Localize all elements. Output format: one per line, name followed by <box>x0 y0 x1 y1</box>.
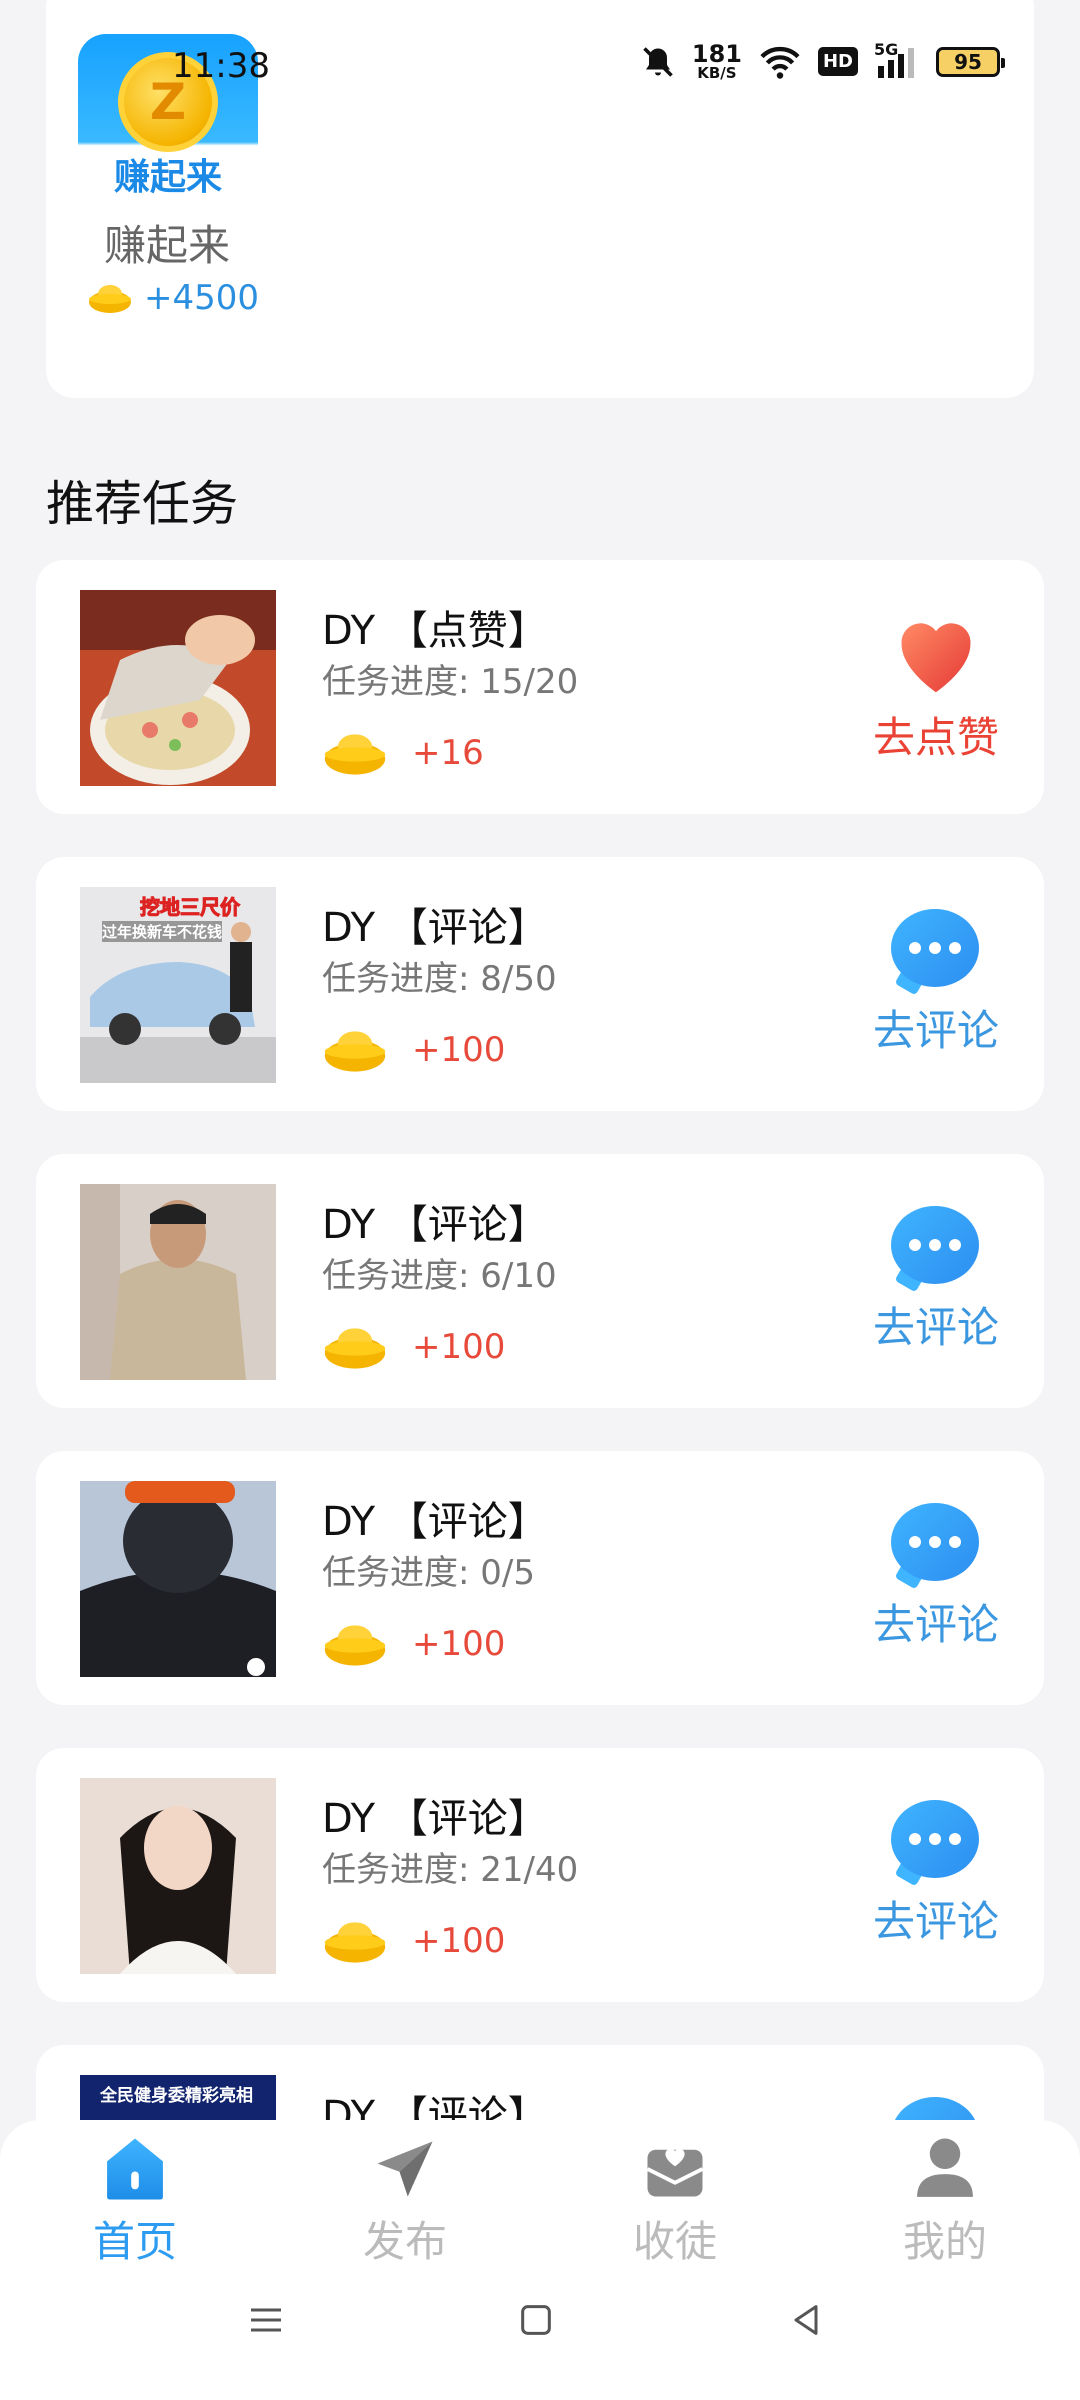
thumbnail-caption: 挖地三尺价 <box>140 895 241 920</box>
app-reward: +4500 <box>88 278 259 318</box>
task-progress: 任务进度: 6/10 <box>322 1256 557 1296</box>
battery-level: 95 <box>954 49 982 74</box>
comment-button[interactable]: 去评论 <box>872 909 1000 1058</box>
person-icon <box>917 2138 973 2197</box>
thumbnail-subcaption: 过年换新车不花钱 <box>102 921 223 942</box>
status-time: 11:38 <box>172 46 270 86</box>
app-icon-text: 赚起来 <box>113 157 222 198</box>
task-thumbnail[interactable] <box>80 1481 276 1677</box>
menu-icon[interactable] <box>246 2300 286 2340</box>
app-name: 赚起来 <box>104 221 231 270</box>
task-reward-value: +100 <box>412 1327 506 1367</box>
task-title: DY 【评论】 <box>322 1499 548 1545</box>
network-speed: 181 KB/S <box>692 42 742 81</box>
task-reward-value: +100 <box>412 1921 506 1961</box>
task-title: DY 【点赞】 <box>322 608 548 654</box>
nav-profile[interactable]: 我的 <box>865 2136 1025 2269</box>
network-speed-value: 181 <box>691 40 742 68</box>
comment-button[interactable]: 去评论 <box>872 1800 1000 1949</box>
gold-ingot-icon <box>324 1328 386 1369</box>
status-bar: 11:38 181 KB/S HD 5G 95 <box>0 0 1080 135</box>
task-card[interactable]: DY 【评论】 任务进度: 0/5 +100 去评论 <box>36 1451 1044 1705</box>
action-label: 去点赞 <box>872 713 999 762</box>
task-reward-value: +100 <box>412 1030 506 1070</box>
bell-muted-icon <box>643 46 673 77</box>
back-icon[interactable] <box>786 2300 826 2340</box>
task-title: DY 【评论】 <box>322 1796 548 1842</box>
task-progress: 任务进度: 8/50 <box>322 959 557 999</box>
task-card[interactable]: DY 【评论】 任务进度: 21/40 +100 去评论 <box>36 1748 1044 2002</box>
send-icon <box>377 2141 433 2197</box>
mailbox-heart-icon <box>646 2148 704 2197</box>
home-icon <box>107 2138 163 2200</box>
gold-ingot-icon <box>324 1625 386 1666</box>
task-progress: 任务进度: 15/20 <box>322 662 579 702</box>
home-square-icon[interactable] <box>516 2300 556 2340</box>
action-label: 去评论 <box>872 1897 999 1946</box>
task-reward-value: +16 <box>412 733 484 773</box>
chat-bubble-icon <box>891 909 981 996</box>
section-title: 推荐任务 <box>46 476 239 532</box>
task-thumbnail[interactable] <box>80 590 276 786</box>
nav-recruit[interactable]: 收徒 <box>595 2136 755 2269</box>
action-label: 去评论 <box>872 1303 999 1352</box>
task-reward: +100 <box>320 1621 505 1667</box>
nav-publish[interactable]: 发布 <box>325 2136 485 2269</box>
woman-portrait-image <box>80 1778 276 1974</box>
task-thumbnail[interactable] <box>80 1778 276 1974</box>
heart-icon <box>901 623 971 693</box>
comment-button[interactable]: 去评论 <box>872 1503 1000 1652</box>
like-button[interactable]: 去点赞 <box>872 612 1000 765</box>
task-reward: +100 <box>320 1027 505 1073</box>
app-reward-value: +4500 <box>144 278 260 318</box>
gold-ingot-icon <box>324 1922 386 1963</box>
gold-ingot-icon <box>89 285 131 313</box>
man-portrait-image <box>80 1184 276 1380</box>
nav-home[interactable]: 首页 <box>55 2136 215 2269</box>
task-thumbnail[interactable] <box>80 1184 276 1380</box>
task-card[interactable]: DY 【评论】 任务进度: 6/10 +100 去评论 <box>36 1154 1044 1408</box>
chat-bubble-icon <box>891 1503 981 1590</box>
task-reward: +100 <box>320 1918 505 1964</box>
task-title: DY 【评论】 <box>322 905 548 951</box>
system-nav-bar <box>0 2260 1080 2400</box>
battery-icon: 95 <box>936 46 1005 77</box>
noodle-cup-image <box>80 590 276 786</box>
task-progress: 任务进度: 21/40 <box>322 1850 579 1890</box>
task-reward: +100 <box>320 1324 505 1370</box>
chat-bubble-icon <box>891 1206 981 1293</box>
gold-ingot-icon <box>324 734 386 775</box>
thumbnail-caption: 全民健身委精彩亮相 <box>100 2086 253 2106</box>
comment-button[interactable]: 去评论 <box>872 1206 1000 1355</box>
task-card[interactable]: DY 【点赞】 任务进度: 15/20 +16 去点赞 <box>36 560 1044 814</box>
network-speed-unit: KB/S <box>697 64 737 82</box>
action-label: 去评论 <box>872 1600 999 1649</box>
task-thumbnail[interactable]: 挖地三尺价 过年换新车不花钱 <box>80 887 276 1083</box>
task-title: DY 【评论】 <box>322 1202 548 1248</box>
wifi-icon <box>760 46 800 79</box>
hd-badge: HD <box>817 47 858 76</box>
task-progress: 任务进度: 0/5 <box>322 1553 535 1593</box>
snow-selfie-image <box>80 1481 276 1677</box>
status-icons: 181 KB/S HD 5G 95 <box>640 40 1005 81</box>
task-reward: +16 <box>320 730 484 776</box>
cellular-signal: 5G <box>874 40 920 80</box>
chat-bubble-icon <box>891 1800 981 1887</box>
signal-icon <box>878 47 914 78</box>
task-reward-value: +100 <box>412 1624 506 1664</box>
task-card[interactable]: 挖地三尺价 过年换新车不花钱 DY 【评论】 任务进度: 8/50 +100 去… <box>36 857 1044 1111</box>
action-label: 去评论 <box>872 1006 999 1055</box>
gold-ingot-icon <box>324 1031 386 1072</box>
